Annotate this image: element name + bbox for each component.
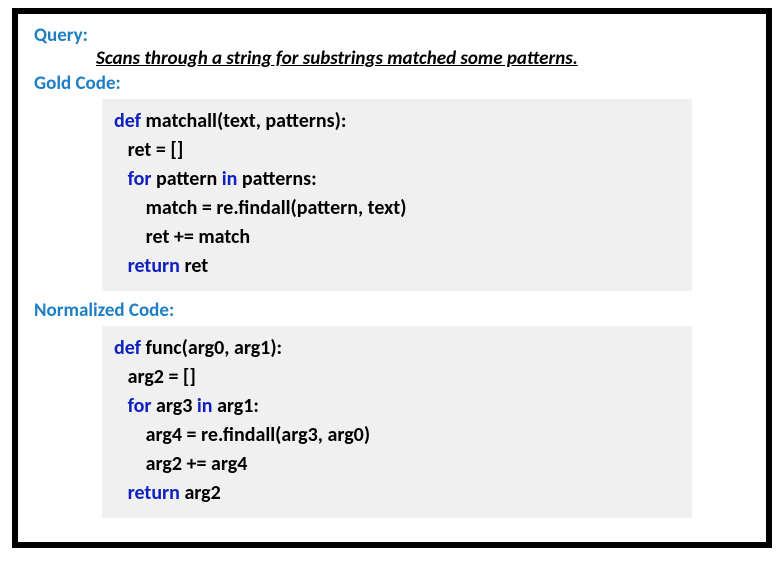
- keyword-in: in: [222, 167, 242, 191]
- code-line: return ret: [114, 252, 680, 281]
- keyword-for: for: [128, 167, 156, 191]
- query-text: Scans through a string for substrings ma…: [96, 47, 750, 70]
- code-text: match = re.findall(pattern, text): [114, 196, 406, 220]
- gold-code-block: def matchall(text, patterns): ret = [] f…: [102, 99, 692, 291]
- code-line: ret += match: [114, 223, 680, 252]
- code-line: arg2 = []: [114, 363, 680, 392]
- code-line: for pattern in patterns:: [114, 165, 680, 194]
- keyword-return: return: [128, 481, 185, 505]
- keyword-for: for: [128, 394, 156, 418]
- normalized-code-block: def func(arg0, arg1): arg2 = [] for arg3…: [102, 326, 692, 518]
- code-text: ret += match: [114, 225, 250, 249]
- code-text: [114, 254, 128, 278]
- normalized-code-label: Normalized Code:: [34, 299, 750, 322]
- code-line: match = re.findall(pattern, text): [114, 194, 680, 223]
- code-text: pattern: [156, 167, 222, 191]
- code-text: matchall(text, patterns):: [146, 109, 347, 133]
- code-line: arg4 = re.findall(arg3, arg0): [114, 421, 680, 450]
- code-line: def func(arg0, arg1):: [114, 334, 680, 363]
- code-text: [114, 481, 128, 505]
- keyword-return: return: [128, 254, 185, 278]
- query-label: Query:: [34, 24, 750, 47]
- code-line: def matchall(text, patterns):: [114, 107, 680, 136]
- gold-code-label: Gold Code:: [34, 72, 750, 95]
- keyword-def: def: [114, 109, 146, 133]
- code-line: ret = []: [114, 136, 680, 165]
- code-line: return arg2: [114, 479, 680, 508]
- document-frame: Query: Scans through a string for substr…: [12, 8, 772, 548]
- code-line: for arg3 in arg1:: [114, 392, 680, 421]
- code-text: func(arg0, arg1):: [146, 336, 283, 360]
- code-text: ret: [184, 254, 208, 278]
- keyword-in: in: [197, 394, 217, 418]
- code-text: [114, 394, 128, 418]
- code-text: arg2: [184, 481, 220, 505]
- code-text: arg3: [156, 394, 197, 418]
- code-text: arg2 = []: [114, 365, 196, 389]
- code-text: [114, 167, 128, 191]
- code-line: arg2 += arg4: [114, 450, 680, 479]
- code-text: patterns:: [242, 167, 317, 191]
- keyword-def: def: [114, 336, 146, 360]
- code-text: arg1:: [217, 394, 259, 418]
- code-text: arg2 += arg4: [114, 452, 247, 476]
- code-text: ret = []: [114, 138, 183, 162]
- code-text: arg4 = re.findall(arg3, arg0): [114, 423, 370, 447]
